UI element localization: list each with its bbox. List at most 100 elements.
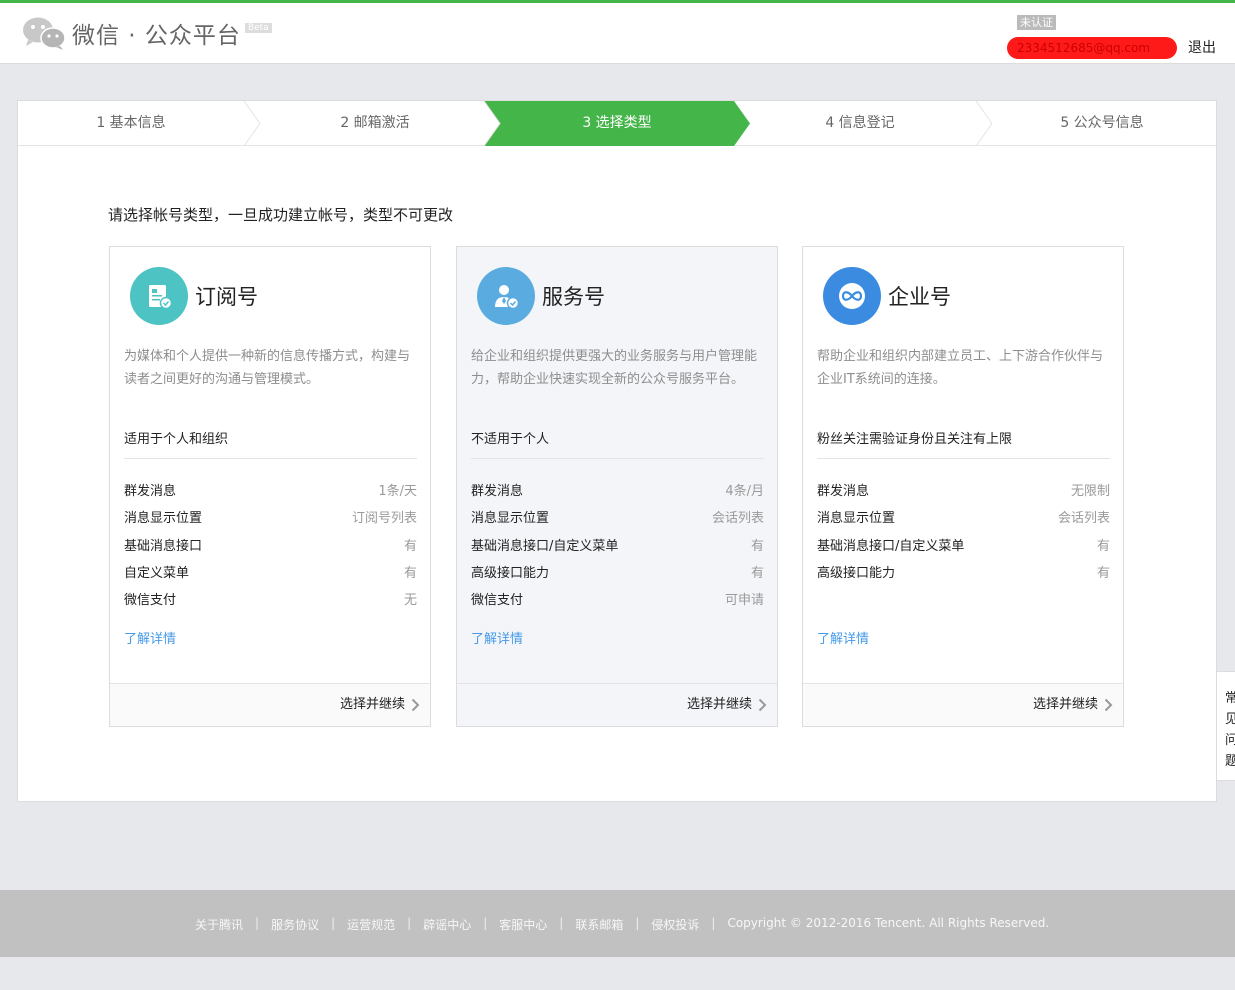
chevron-right-icon [1104, 698, 1113, 712]
footer-link-infringement[interactable]: 侵权投诉 [651, 916, 699, 933]
footer-separator: | [407, 916, 412, 930]
card-suitability: 粉丝关注需验证身份且关注有上限 [817, 432, 1013, 447]
feature-value: 无 [403, 593, 417, 609]
feature-row: 消息显示位置 会话列表 [817, 507, 1110, 534]
main-panel: 1 基本信息 2 邮箱激活 3 选择类型 4 信息登记 5 公众号信息 请选择帐… [17, 100, 1217, 802]
card-title: 企业号 [888, 285, 951, 309]
footer-link-about[interactable]: 关于腾讯 [195, 916, 243, 933]
card-footer: 选择并继续 [110, 683, 430, 726]
footer-separator: | [635, 916, 640, 930]
feature-row: 消息显示位置 订阅号列表 [124, 507, 417, 534]
card-enterprise[interactable]: 企业号 帮助企业和组织内部建立员工、上下游合作伙伴与企业IT系统间的连接。 粉丝… [802, 246, 1124, 727]
step-divider [243, 101, 261, 146]
card-service[interactable]: 服务号 给企业和组织提供更强大的业务服务与用户管理能力，帮助企业快速实现全新的公… [456, 246, 778, 727]
card-footer: 选择并继续 [803, 683, 1123, 726]
select-continue-label: 选择并继续 [686, 697, 752, 712]
wechat-logo-icon [23, 17, 66, 50]
select-continue-button[interactable]: 选择并继续 [1033, 684, 1113, 726]
footer-link-rumor-center[interactable]: 辟谣中心 [423, 916, 471, 933]
feature-value: 会话列表 [711, 511, 764, 527]
step-progress-bar: 1 基本信息 2 邮箱激活 3 选择类型 4 信息登记 5 公众号信息 [18, 101, 1216, 146]
platform-title: 微信 · 公众平台 [72, 23, 241, 49]
footer-link-contact-email[interactable]: 联系邮箱 [575, 916, 623, 933]
card-suitability: 适用于个人和组织 [124, 432, 229, 447]
card-description: 帮助企业和组织内部建立员工、上下游合作伙伴与企业IT系统间的连接。 [817, 349, 1104, 387]
learn-more-link[interactable]: 了解详情 [817, 628, 869, 647]
card-header: 服务号 [477, 267, 605, 325]
feature-name: 高级接口能力 [817, 565, 896, 581]
footer-separator: | [331, 916, 336, 930]
feature-row: 高级接口能力 有 [817, 562, 1110, 589]
top-bar: 微信 · 公众平台 Beta 未认证 2334512685@qq.com 退出 [0, 0, 1235, 64]
card-title: 服务号 [542, 285, 605, 309]
feature-row: 高级接口能力 有 [471, 562, 764, 589]
select-continue-button[interactable]: 选择并继续 [687, 684, 767, 726]
card-header: 企业号 [823, 267, 951, 325]
step-select-type: 3 选择类型 [582, 115, 652, 131]
divider [471, 458, 764, 459]
feature-value: 4条/月 [725, 484, 764, 499]
learn-more-link[interactable]: 了解详情 [124, 628, 176, 647]
chevron-right-icon [758, 698, 767, 712]
step-basic-info: 1 基本信息 [96, 115, 166, 131]
feature-name: 消息显示位置 [124, 511, 203, 527]
divider [124, 458, 417, 459]
footer-link-operation-rules[interactable]: 运营规范 [347, 916, 395, 933]
page-prompt: 请选择帐号类型，一旦成功建立帐号，类型不可更改 [108, 206, 454, 224]
select-continue-button[interactable]: 选择并继续 [340, 684, 420, 726]
step-divider [975, 101, 993, 146]
learn-more-link[interactable]: 了解详情 [471, 628, 523, 647]
step-account-info: 5 公众号信息 [1060, 115, 1144, 131]
subscription-doc-icon [130, 267, 188, 325]
footer-separator: | [711, 916, 716, 930]
feature-name: 高级接口能力 [471, 565, 550, 581]
chevron-right-icon [411, 698, 420, 712]
feature-name: 消息显示位置 [471, 511, 550, 527]
feature-value: 1条/天 [378, 484, 417, 499]
service-person-icon [477, 267, 535, 325]
feature-row: 群发消息 4条/月 [471, 480, 764, 507]
feature-value: 可申请 [724, 593, 764, 609]
select-continue-label: 选择并继续 [1032, 697, 1098, 712]
card-subscription[interactable]: 订阅号 为媒体和个人提供一种新的信息传播方式，构建与读者之间更好的沟通与管理模式… [109, 246, 431, 727]
feature-row: 微信支付 无 [124, 589, 417, 616]
wechat-logo[interactable]: 微信 · 公众平台 Beta [22, 15, 272, 51]
footer-separator: | [255, 916, 260, 930]
feature-value: 有 [750, 565, 764, 581]
feature-row: 基础消息接口 有 [124, 535, 417, 562]
feature-name: 基础消息接口/自定义菜单 [817, 538, 965, 554]
feature-name: 群发消息 [124, 484, 177, 499]
feature-value: 会话列表 [1057, 511, 1110, 527]
step-email-activation: 2 邮箱激活 [340, 115, 410, 131]
feature-value: 有 [403, 538, 417, 554]
logout-link[interactable]: 退出 [1188, 37, 1216, 57]
footer-link-service-agreement[interactable]: 服务协议 [271, 916, 319, 933]
feature-row: 自定义菜单 有 [124, 562, 417, 589]
card-description: 为媒体和个人提供一种新的信息传播方式，构建与读者之间更好的沟通与管理模式。 [124, 349, 411, 387]
feature-name: 群发消息 [471, 484, 524, 499]
feature-list: 群发消息 1条/天 消息显示位置 订阅号列表 基础消息接口有 自定义菜单有 微信支付… [124, 480, 417, 616]
feature-value: 订阅号列表 [351, 511, 417, 527]
feature-row: 消息显示位置 会话列表 [471, 507, 764, 534]
card-description: 给企业和组织提供更强大的业务服务与用户管理能力，帮助企业快速实现全新的公众号服务… [471, 349, 758, 387]
feature-row: 微信支付 可申请 [471, 589, 764, 616]
feature-row: 群发消息 无限制 [817, 480, 1110, 507]
divider [817, 458, 1110, 459]
beta-badge: Beta [244, 23, 272, 33]
feature-name: 基础消息接口/自定义菜单 [471, 538, 619, 554]
footer-links: 关于腾讯 | 服务协议 | 运营规范 | 辟谣中心 | 客服中心 | 联系邮箱 | 侵权投诉… [195, 916, 1049, 933]
feature-name: 微信支付 [124, 593, 177, 609]
footer-separator: | [483, 916, 488, 930]
faq-side-tab[interactable]: 常见问题 [1216, 671, 1235, 781]
feature-value: 有 [1096, 538, 1110, 554]
feature-value: 无限制 [1070, 484, 1110, 499]
copyright-text: Copyright © 2012-2016 Tencent. All Right… [727, 916, 1050, 930]
feature-value: 有 [1096, 565, 1110, 581]
feature-row: 基础消息接口/自定义菜单 有 [817, 535, 1110, 562]
footer: 关于腾讯 | 服务协议 | 运营规范 | 辟谣中心 | 客服中心 | 联系邮箱 | 侵权投诉… [0, 890, 1235, 957]
account-email: 2334512685@qq.com [1007, 37, 1177, 59]
feature-name: 消息显示位置 [817, 511, 896, 527]
card-suitability: 不适用于个人 [471, 432, 550, 447]
footer-link-support-center[interactable]: 客服中心 [499, 916, 547, 933]
feature-name: 微信支付 [471, 593, 524, 609]
